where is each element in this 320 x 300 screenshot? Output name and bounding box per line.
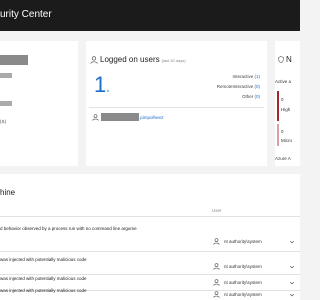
- shield-icon: [278, 56, 284, 63]
- timeline-title: hine: [0, 188, 16, 197]
- machine-timeline-card: hine User d behavior observed by a proce…: [0, 174, 300, 300]
- user-icon: [213, 291, 220, 298]
- logged-on-users-card: Logged on users (last 30 days) 1 b Intera…: [86, 41, 267, 166]
- event-user: nt authority\system: [224, 239, 262, 244]
- top-bar: urity Center: [0, 0, 300, 31]
- chevron-down-icon[interactable]: [289, 264, 295, 270]
- logon-type-remote-interactive[interactable]: RemoteInteractive (0): [186, 84, 260, 89]
- event-user: nt authority\system: [224, 264, 262, 269]
- azure-footer: Azure A: [275, 156, 291, 161]
- redacted-machine-name: [0, 55, 28, 65]
- active-alerts-label: Active a: [275, 79, 292, 84]
- machine-card: (S): [0, 41, 78, 166]
- active-alerts-card: N Active a 0 High 0 Micro Azure A: [275, 41, 300, 166]
- redacted-user-domain: [101, 113, 139, 121]
- logged-on-users-title: Logged on users (last 30 days): [100, 55, 186, 64]
- event-description: d behavior observed by a process run wit…: [0, 226, 137, 231]
- medium-label: Micro: [281, 138, 292, 143]
- person-icon: [90, 56, 98, 64]
- app-title: urity Center: [0, 9, 52, 20]
- header-divider: [0, 216, 300, 217]
- event-user: nt authority\system: [224, 292, 262, 297]
- alerts-title: N: [286, 55, 292, 64]
- user-icon: [213, 279, 220, 286]
- high-severity-bar: [277, 91, 279, 121]
- high-label: High: [281, 107, 291, 112]
- event-user: nt authority\system: [224, 280, 262, 285]
- high-count[interactable]: 0: [281, 97, 284, 102]
- redacted-field: [0, 101, 12, 106]
- user-column-header[interactable]: User: [212, 208, 222, 213]
- row-divider: [0, 251, 300, 252]
- divider: [89, 107, 264, 108]
- logged-on-user-link[interactable]: .pimpolhee2: [139, 115, 164, 120]
- event-description: was injected with potentially malicious …: [0, 288, 87, 293]
- row-divider: [0, 274, 300, 275]
- event-description: was injected with potentially malicious …: [0, 257, 87, 262]
- user-icon: [213, 263, 220, 270]
- chevron-down-icon[interactable]: [289, 292, 295, 298]
- user-icon: [213, 238, 220, 245]
- medium-severity-bar: [277, 124, 279, 146]
- user-icon: [92, 114, 99, 121]
- users-count-link[interactable]: b: [107, 88, 109, 93]
- logon-type-interactive[interactable]: Interactive (1): [186, 74, 260, 79]
- redacted-field: [0, 73, 12, 78]
- chevron-down-icon[interactable]: [289, 280, 295, 286]
- medium-count[interactable]: 0: [281, 129, 284, 134]
- logged-on-users-count[interactable]: 1: [94, 74, 106, 96]
- chevron-down-icon[interactable]: [289, 239, 295, 245]
- logon-type-other[interactable]: Other (0): [186, 94, 260, 99]
- os-version-fragment: (S): [0, 119, 6, 124]
- event-description: was injected with potentially malicious …: [0, 276, 87, 281]
